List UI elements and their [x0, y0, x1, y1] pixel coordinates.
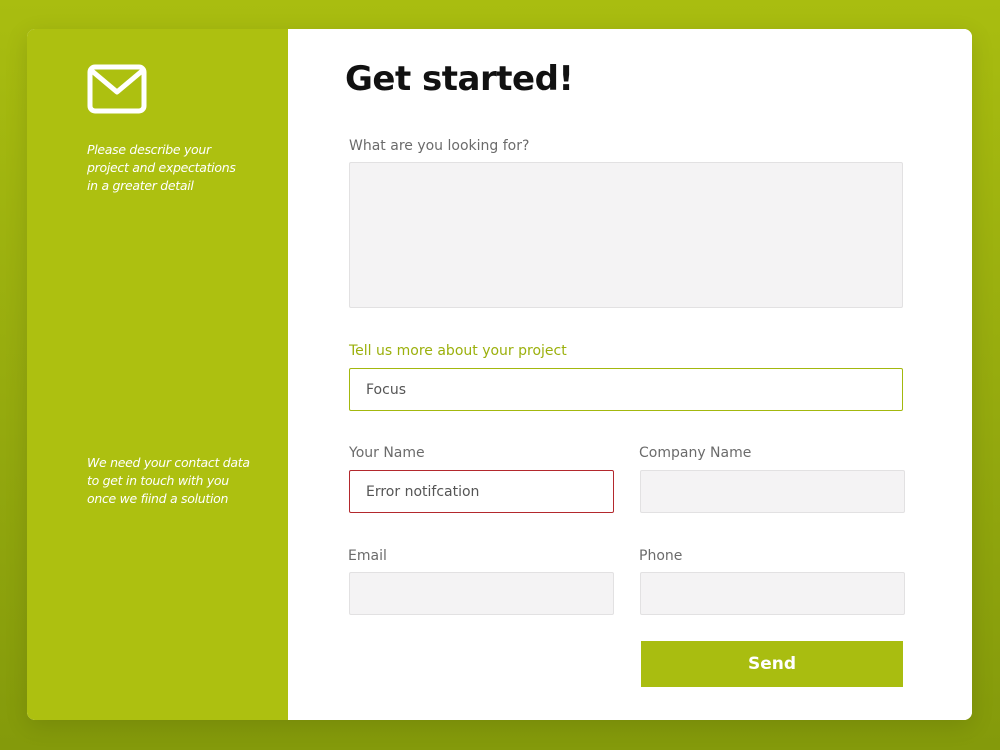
looking-for-textarea[interactable] — [349, 162, 903, 308]
form-area: Get started! What are you looking for? T… — [288, 29, 972, 720]
phone-label: Phone — [639, 548, 683, 564]
sidebar-description-text: Please describe your project and expecta… — [87, 142, 236, 193]
sidebar-contact-text: We need your contact data to get in touc… — [87, 455, 250, 506]
your-name-label: Your Name — [349, 445, 425, 461]
looking-for-label: What are you looking for? — [349, 138, 530, 154]
send-button[interactable]: Send — [641, 641, 903, 687]
form-card: Please describe your project and expecta… — [27, 29, 972, 720]
email-input[interactable] — [349, 572, 614, 615]
project-input[interactable]: Focus — [349, 368, 903, 411]
email-label: Email — [348, 548, 387, 564]
page-title: Get started! — [345, 59, 574, 99]
mail-icon — [87, 64, 147, 114]
company-name-label: Company Name — [639, 445, 752, 461]
sidebar: Please describe your project and expecta… — [27, 29, 288, 720]
phone-input[interactable] — [640, 572, 905, 615]
company-name-input[interactable] — [640, 470, 905, 513]
project-label: Tell us more about your project — [349, 343, 567, 359]
your-name-input[interactable]: Error notifcation — [349, 470, 614, 513]
